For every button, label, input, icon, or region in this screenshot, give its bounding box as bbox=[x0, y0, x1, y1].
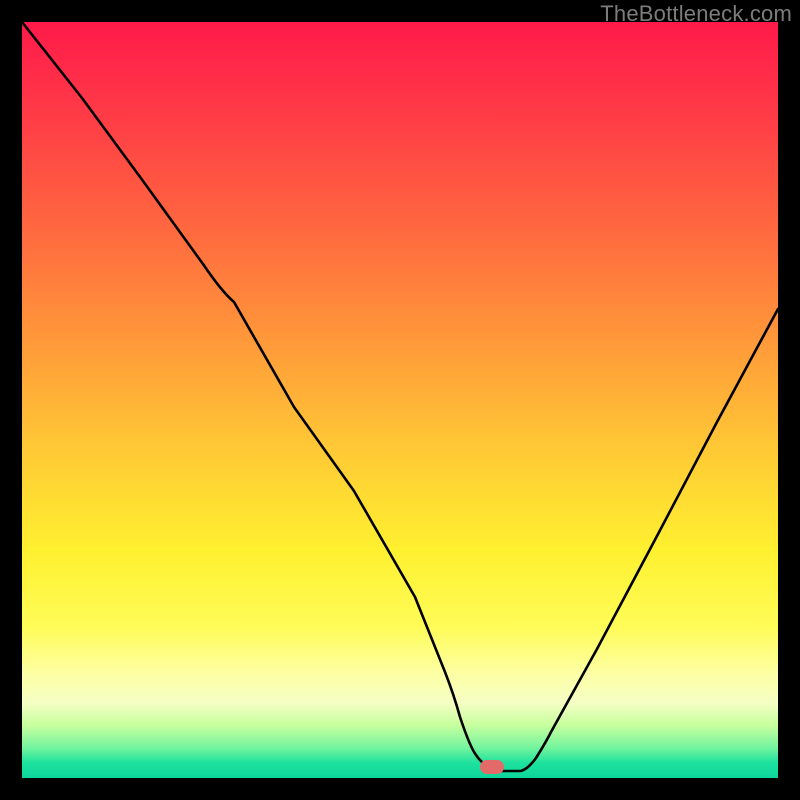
chart-frame: TheBottleneck.com bbox=[0, 0, 800, 800]
optimal-point-marker bbox=[480, 760, 504, 774]
watermark-text: TheBottleneck.com bbox=[600, 1, 792, 27]
curve-path bbox=[22, 22, 778, 771]
bottleneck-curve bbox=[22, 22, 778, 778]
gradient-plot-area bbox=[22, 22, 778, 778]
